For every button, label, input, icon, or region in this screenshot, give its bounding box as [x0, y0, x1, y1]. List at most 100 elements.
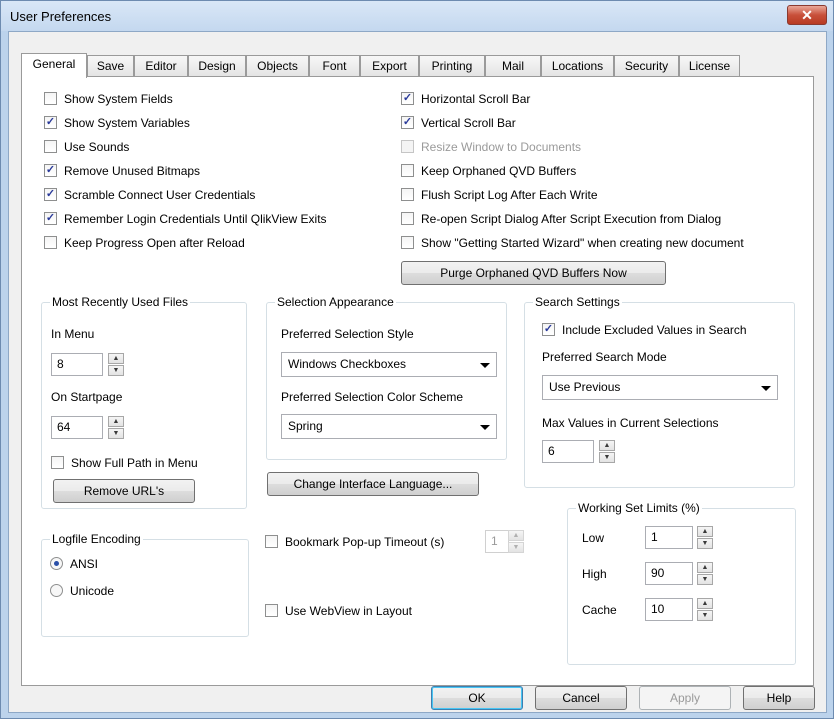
- spin-down-icon[interactable]: ▼: [599, 452, 615, 463]
- selection-style-select[interactable]: Windows Checkboxes: [281, 352, 497, 377]
- tab-printing[interactable]: Printing: [419, 55, 485, 77]
- checkbox-show-full-path[interactable]: [51, 456, 64, 469]
- option-label: Show System Fields: [64, 92, 173, 106]
- checkbox-keep-progress-open[interactable]: [44, 236, 57, 249]
- max-values-label: Max Values in Current Selections: [542, 416, 719, 430]
- radio-button[interactable]: [50, 584, 63, 597]
- spin-buttons: ▲ ▼: [697, 598, 713, 621]
- working-set-limits-group: Working Set Limits (%) Low 1 ▲ ▼ High 90…: [567, 501, 796, 665]
- spin-down-icon: ▼: [508, 542, 524, 553]
- spin-down-icon[interactable]: ▼: [697, 574, 713, 585]
- group-title: Most Recently Used Files: [50, 295, 191, 309]
- spin-up-icon[interactable]: ▲: [697, 526, 713, 537]
- spin-down-icon[interactable]: ▼: [697, 610, 713, 621]
- group-title: Selection Appearance: [275, 295, 396, 309]
- tab-general[interactable]: General: [21, 53, 87, 78]
- spin-down-icon[interactable]: ▼: [697, 538, 713, 549]
- selected-value: Spring: [288, 419, 323, 433]
- tab-security[interactable]: Security: [614, 55, 679, 77]
- chevron-down-icon: [480, 363, 490, 368]
- checkbox-keep-orphaned-qvd[interactable]: [401, 164, 414, 177]
- checkbox-use-sounds[interactable]: [44, 140, 57, 153]
- radio-button[interactable]: [50, 557, 63, 570]
- on-startpage-input[interactable]: 64: [51, 416, 103, 439]
- tab-mail[interactable]: Mail: [485, 55, 541, 77]
- user-preferences-dialog: User Preferences ✕ General Save Editor D…: [0, 0, 834, 719]
- checkbox-vertical-scroll-bar[interactable]: ✓: [401, 116, 414, 129]
- cache-input[interactable]: 10: [645, 598, 693, 621]
- checkbox-horizontal-scroll-bar[interactable]: ✓: [401, 92, 414, 105]
- tab-editor[interactable]: Editor: [134, 55, 188, 77]
- spin-buttons: ▲ ▼: [697, 526, 713, 549]
- in-menu-input[interactable]: 8: [51, 353, 103, 376]
- dialog-client-area: General Save Editor Design Objects Font …: [8, 31, 827, 713]
- spin-down-icon[interactable]: ▼: [108, 365, 124, 376]
- on-startpage-label: On Startpage: [51, 390, 123, 404]
- in-menu-label: In Menu: [51, 327, 95, 341]
- option-label: Flush Script Log After Each Write: [421, 188, 598, 202]
- spin-down-icon[interactable]: ▼: [108, 428, 124, 439]
- option-label: Show System Variables: [64, 116, 190, 130]
- tab-save[interactable]: Save: [87, 55, 134, 77]
- low-label: Low: [582, 531, 605, 545]
- tab-license[interactable]: License: [679, 55, 740, 77]
- logfile-encoding-group: Logfile Encoding ANSI Unicode: [41, 532, 249, 637]
- spin-up-icon[interactable]: ▲: [599, 440, 615, 451]
- title-bar[interactable]: User Preferences ✕: [1, 1, 833, 31]
- tab-export[interactable]: Export: [360, 55, 419, 77]
- max-values-input[interactable]: 6: [542, 440, 594, 463]
- checkbox-scramble-credentials[interactable]: ✓: [44, 188, 57, 201]
- spin-up-icon[interactable]: ▲: [108, 416, 124, 427]
- chevron-down-icon: [761, 386, 771, 391]
- spin-buttons: ▲ ▼: [508, 530, 524, 553]
- checkbox-remove-unused-bitmaps[interactable]: ✓: [44, 164, 57, 177]
- search-mode-select[interactable]: Use Previous: [542, 375, 778, 400]
- option-label: Unicode: [70, 584, 115, 598]
- checkbox-reopen-script-dialog[interactable]: [401, 212, 414, 225]
- remove-urls-button[interactable]: Remove URL's: [53, 479, 195, 503]
- window-title: User Preferences: [10, 9, 112, 24]
- cancel-button[interactable]: Cancel: [535, 686, 627, 710]
- general-tab-page: Show System Fields ✓ Show System Variabl…: [21, 76, 814, 686]
- search-settings-group: Search Settings ✓ Include Excluded Value…: [524, 295, 795, 488]
- checkbox-flush-script-log[interactable]: [401, 188, 414, 201]
- spin-up-icon[interactable]: ▲: [697, 562, 713, 573]
- spin-up-icon[interactable]: ▲: [108, 353, 124, 364]
- option-label: Use Sounds: [64, 140, 130, 154]
- checkbox-use-webview[interactable]: [265, 604, 278, 617]
- checkbox-bookmark-popup-timeout[interactable]: [265, 535, 278, 548]
- group-title: Search Settings: [533, 295, 622, 309]
- spin-up-icon[interactable]: ▲: [697, 598, 713, 609]
- close-button[interactable]: ✕: [787, 5, 827, 25]
- option-label: Remember Login Credentials Until QlikVie…: [64, 212, 327, 226]
- radio-selected-dot: [54, 561, 59, 566]
- search-mode-label: Preferred Search Mode: [542, 350, 667, 364]
- help-button[interactable]: Help: [743, 686, 815, 710]
- mru-files-group: Most Recently Used Files In Menu 8 ▲ ▼ O…: [41, 295, 247, 509]
- purge-qvd-buffers-button[interactable]: Purge Orphaned QVD Buffers Now: [401, 261, 666, 285]
- selection-style-label: Preferred Selection Style: [281, 327, 414, 341]
- low-input[interactable]: 1: [645, 526, 693, 549]
- checkbox-getting-started-wizard[interactable]: [401, 236, 414, 249]
- change-interface-language-button[interactable]: Change Interface Language...: [267, 472, 479, 496]
- selected-value: Windows Checkboxes: [288, 357, 407, 371]
- option-label: Re-open Script Dialog After Script Execu…: [421, 212, 722, 226]
- checkbox-include-excluded[interactable]: ✓: [542, 323, 555, 336]
- ok-button[interactable]: OK: [431, 686, 523, 710]
- tab-locations[interactable]: Locations: [541, 55, 614, 77]
- spin-buttons: ▲ ▼: [697, 562, 713, 585]
- tab-design[interactable]: Design: [188, 55, 246, 77]
- high-input[interactable]: 90: [645, 562, 693, 585]
- checkbox-show-system-fields[interactable]: [44, 92, 57, 105]
- checkbox-remember-login[interactable]: ✓: [44, 212, 57, 225]
- option-label: Resize Window to Documents: [421, 140, 582, 154]
- tab-font[interactable]: Font: [309, 55, 360, 77]
- selected-value: Use Previous: [549, 380, 621, 394]
- tab-objects[interactable]: Objects: [246, 55, 309, 77]
- option-label: Show "Getting Started Wizard" when creat…: [421, 236, 744, 250]
- cache-label: Cache: [582, 603, 617, 617]
- option-label: Remove Unused Bitmaps: [64, 164, 201, 178]
- option-label: Horizontal Scroll Bar: [421, 92, 531, 106]
- checkbox-show-system-variables[interactable]: ✓: [44, 116, 57, 129]
- color-scheme-select[interactable]: Spring: [281, 414, 497, 439]
